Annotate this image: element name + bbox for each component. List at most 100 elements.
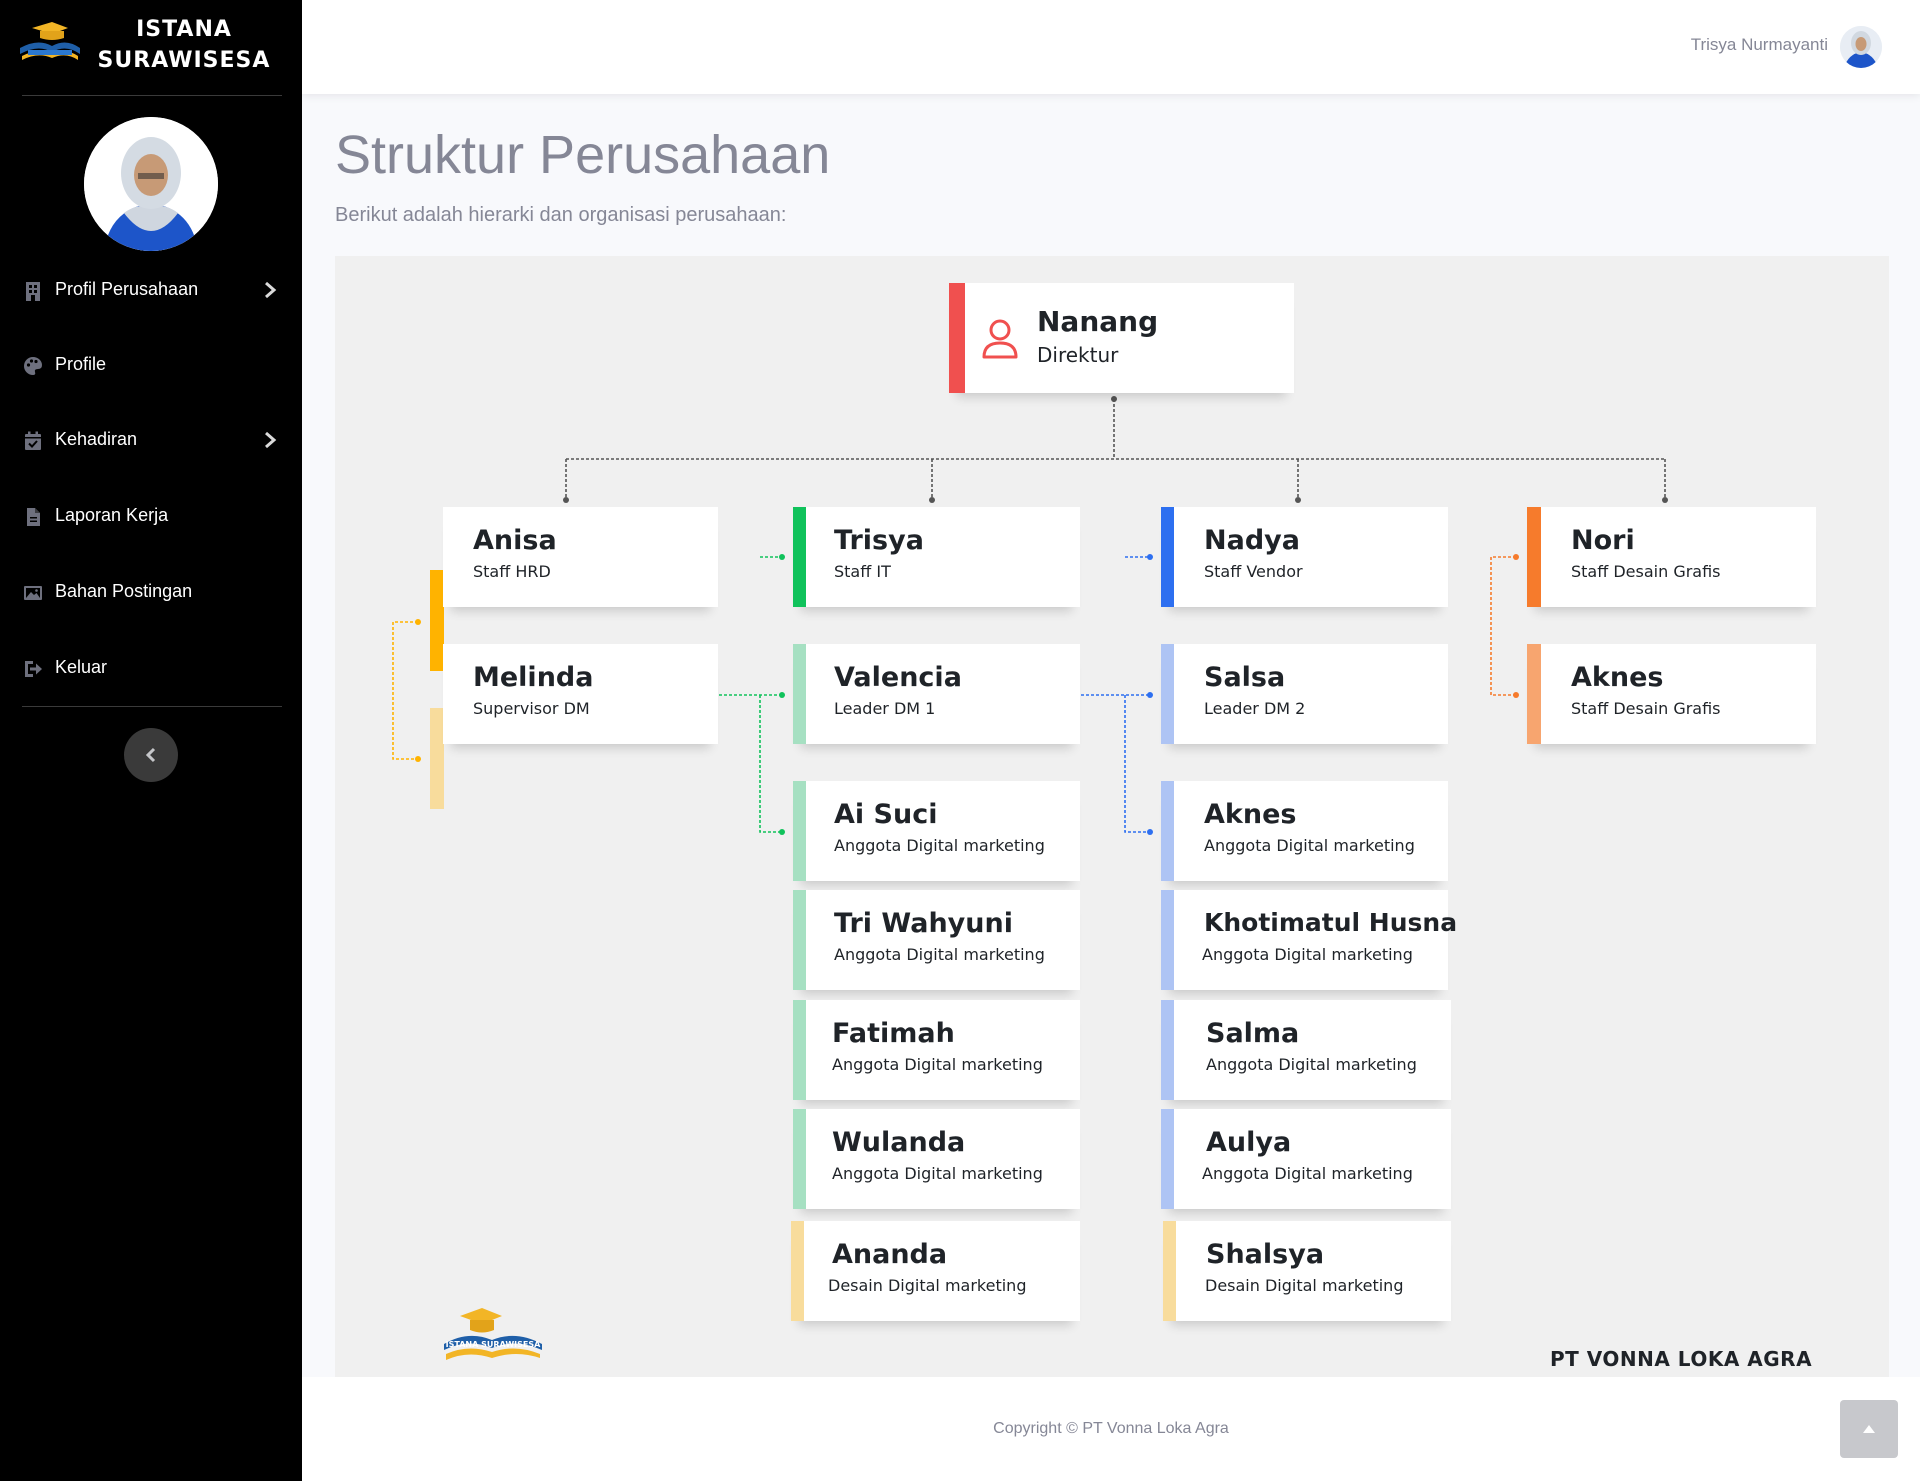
user-photo-icon xyxy=(84,117,218,251)
user-outline-icon xyxy=(982,319,1018,359)
member-role: Staff IT xyxy=(834,562,891,581)
org-card: Melinda Supervisor DM xyxy=(443,644,718,744)
member-role: Staff Vendor xyxy=(1204,562,1303,581)
member-role: Staff HRD xyxy=(473,562,551,581)
image-icon xyxy=(24,586,42,600)
sidebar-divider xyxy=(22,95,282,96)
sidebar-item-label: Profile xyxy=(55,354,107,374)
org-chart-connectors xyxy=(392,396,1668,835)
member-name: Valencia xyxy=(834,662,962,693)
sidebar-item-profil-perusahaan[interactable]: Profil Perusahaan xyxy=(0,267,302,315)
sidebar-item-profile[interactable]: Profile xyxy=(0,342,302,390)
member-role: Anggota Digital marketing xyxy=(1204,836,1415,855)
member-name: Trisya xyxy=(834,525,924,556)
member-name: Wulanda xyxy=(832,1127,966,1158)
chevron-right-icon xyxy=(265,431,277,449)
card-color-bar xyxy=(793,1000,806,1100)
member-role: Leader DM 1 xyxy=(834,699,936,718)
building-icon xyxy=(26,282,40,301)
org-card: Ai Suci Anggota Digital marketing xyxy=(793,781,1080,881)
card-color-bar xyxy=(793,1109,806,1209)
org-card: Ananda Desain Digital marketing xyxy=(791,1221,1080,1321)
sidebar-toggle-button[interactable] xyxy=(124,728,178,782)
org-card-director: Nanang Direktur xyxy=(949,283,1294,393)
sidebar: ISTANA SURAWISESA Profil Perusahaan Prof… xyxy=(0,0,302,1481)
member-name: Salsa xyxy=(1204,662,1286,693)
member-name: Nori xyxy=(1571,525,1635,556)
sidebar-item-keluar[interactable]: Keluar xyxy=(0,645,302,693)
sidebar-item-bahan-postingan[interactable]: Bahan Postingan xyxy=(0,569,302,617)
card-color-bar xyxy=(949,283,965,393)
org-card: Tri Wahyuni Anggota Digital marketing xyxy=(793,890,1080,990)
blue-connector xyxy=(1081,554,1153,835)
orange-connector xyxy=(1490,554,1519,698)
member-role: Anggota Digital marketing xyxy=(834,836,1045,855)
member-role: Anggota Digital marketing xyxy=(1202,1164,1413,1183)
chevron-up-icon xyxy=(1863,1425,1875,1433)
member-name: Melinda xyxy=(473,662,594,693)
director-connector xyxy=(563,396,1668,503)
org-card: Aknes Anggota Digital marketing xyxy=(1161,781,1448,881)
member-name: Nadya xyxy=(1204,525,1300,556)
org-card: Salma Anggota Digital marketing xyxy=(1161,1000,1451,1100)
yellow-connector xyxy=(392,619,421,762)
org-card: Salsa Leader DM 2 xyxy=(1161,644,1448,744)
sidebar-avatar xyxy=(84,117,218,251)
org-card: Trisya Staff IT xyxy=(793,507,1080,607)
member-role: Anggota Digital marketing xyxy=(832,1055,1043,1074)
user-avatar xyxy=(1840,26,1882,68)
chart-logo-icon: ISTANA SURAWISESA xyxy=(444,1308,542,1360)
member-role: Direktur xyxy=(1037,343,1119,367)
org-card: Aknes Staff Desain Grafis xyxy=(1527,644,1816,744)
sidebar-item-label: Laporan Kerja xyxy=(55,505,169,525)
member-name: Shalsya xyxy=(1206,1239,1325,1270)
org-card: Nadya Staff Vendor xyxy=(1161,507,1448,607)
card-color-bar xyxy=(1161,1000,1174,1100)
sidebar-item-kehadiran[interactable]: Kehadiran xyxy=(0,417,302,465)
member-name: Aulya xyxy=(1206,1127,1292,1158)
member-name: Khotimatul Husna xyxy=(1204,908,1458,937)
member-name: Aknes xyxy=(1571,662,1664,693)
org-card: Wulanda Anggota Digital marketing xyxy=(793,1109,1080,1209)
org-card: Khotimatul Husna Anggota Digital marketi… xyxy=(1161,890,1457,990)
card-color-bar xyxy=(1161,1109,1174,1209)
member-role: Leader DM 2 xyxy=(1204,699,1306,718)
member-role: Staff Desain Grafis xyxy=(1571,699,1721,718)
copyright-text: Copyright © PT Vonna Loka Agra xyxy=(993,1420,1229,1437)
brand[interactable]: ISTANA SURAWISESA xyxy=(0,0,302,95)
topbar: Trisya Nurmayanti xyxy=(302,0,1920,94)
card-color-bar xyxy=(1161,644,1174,744)
sidebar-item-label: Keluar xyxy=(55,657,108,677)
card-color-bar xyxy=(1527,644,1541,744)
sign-out-icon xyxy=(25,661,42,677)
company-name: PT VONNA LOKA AGRA xyxy=(1550,1347,1813,1371)
org-card: Nori Staff Desain Grafis xyxy=(1527,507,1816,607)
card-color-bar xyxy=(1163,1221,1176,1321)
member-name: Ananda xyxy=(832,1239,948,1270)
card-color-bar xyxy=(1161,781,1174,881)
green-connector xyxy=(719,554,785,835)
member-role: Anggota Digital marketing xyxy=(832,1164,1043,1183)
card-color-bar xyxy=(791,1221,804,1321)
chevron-left-icon xyxy=(145,747,156,763)
card-color-bar xyxy=(1161,890,1174,990)
user-photo-icon xyxy=(1840,26,1882,68)
member-name: Fatimah xyxy=(832,1018,955,1049)
page-subtitle: Berikut adalah hierarki dan organisasi p… xyxy=(335,204,787,226)
user-name: Trisya Nurmayanti xyxy=(1690,35,1828,54)
org-card: Aulya Anggota Digital marketing xyxy=(1161,1109,1451,1209)
card-color-bar xyxy=(1527,507,1541,607)
chart-logo-text: ISTANA SURAWISESA xyxy=(446,1340,541,1349)
member-role: Anggota Digital marketing xyxy=(1202,945,1413,964)
scroll-to-top-button[interactable] xyxy=(1840,1400,1898,1458)
yellow-bar xyxy=(430,570,444,671)
brand-name: ISTANA SURAWISESA xyxy=(92,14,276,76)
member-role: Anggota Digital marketing xyxy=(834,945,1045,964)
card-color-bar xyxy=(793,781,806,881)
card-color-bar xyxy=(793,644,806,744)
sidebar-item-label: Profil Perusahaan xyxy=(55,279,199,299)
brand-logo-icon xyxy=(20,22,80,60)
member-name: Salma xyxy=(1206,1018,1300,1049)
sidebar-item-laporan-kerja[interactable]: Laporan Kerja xyxy=(0,493,302,541)
member-role: Desain Digital marketing xyxy=(828,1276,1027,1295)
